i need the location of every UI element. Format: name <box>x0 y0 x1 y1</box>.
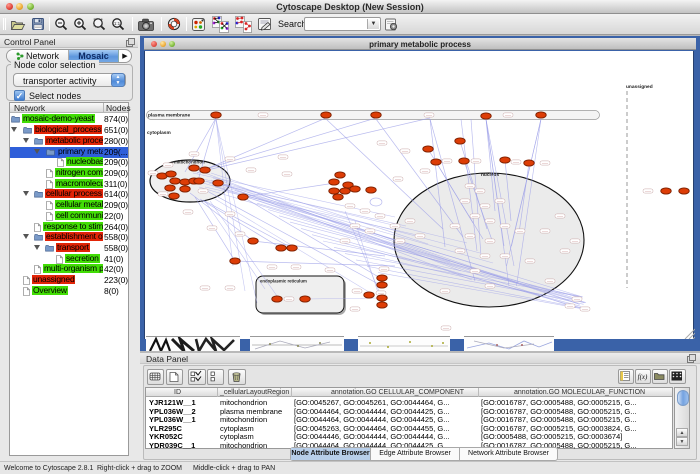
svg-text:endoplasmic reticulum: endoplasmic reticulum <box>260 279 307 284</box>
svg-text:unassigned: unassigned <box>626 84 653 90</box>
svg-text:1:1: 1:1 <box>114 21 121 26</box>
svg-text:f(x): f(x) <box>638 373 648 381</box>
svg-text:plasma membrane: plasma membrane <box>148 113 190 119</box>
svg-text:cytoplasm: cytoplasm <box>147 130 171 136</box>
